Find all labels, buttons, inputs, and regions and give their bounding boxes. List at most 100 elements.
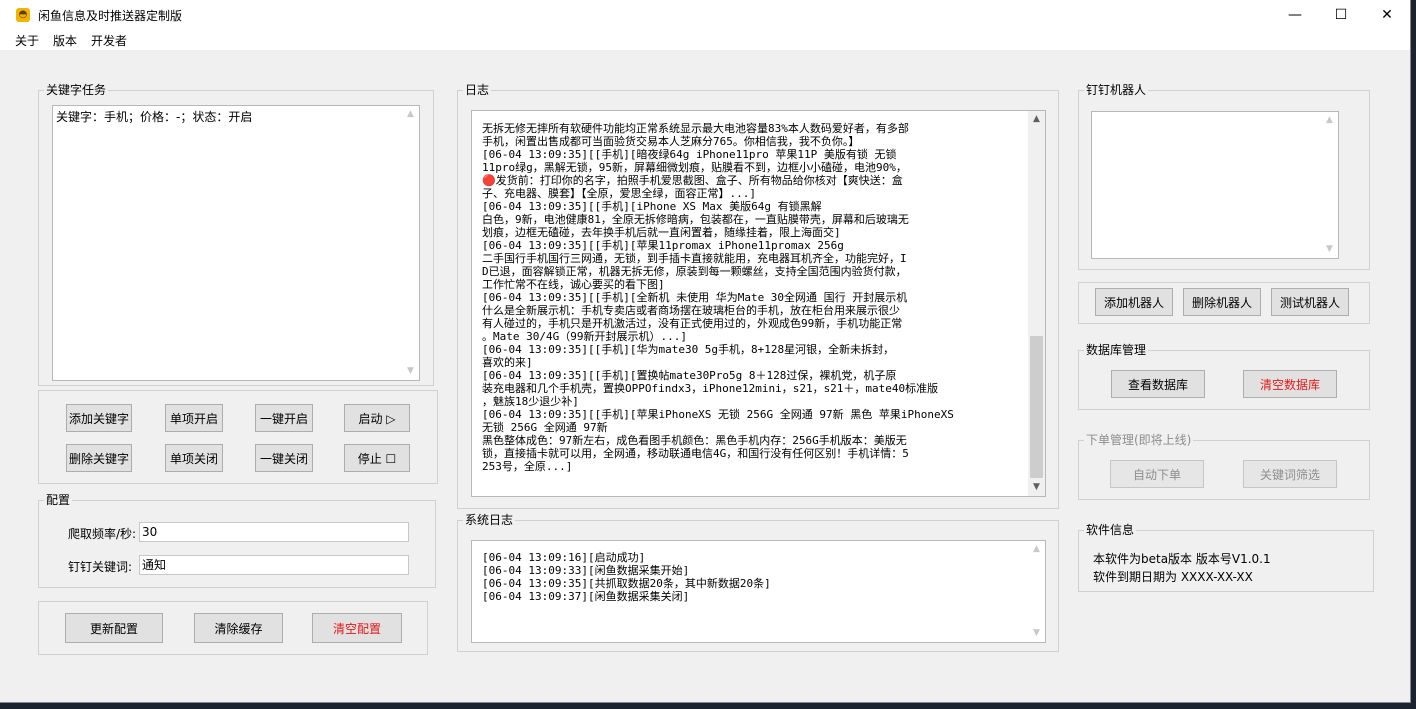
log-line: 什么是全新展示机：手机专卖店或者商场摆在玻璃柜台的手机，放在柜台用来展示很少 bbox=[482, 304, 900, 317]
clear-config-button[interactable]: 清空配置 bbox=[312, 613, 402, 643]
scroll-thumb[interactable] bbox=[1030, 336, 1043, 478]
version-info: 本软件为beta版本 版本号V1.0.1 bbox=[1093, 552, 1271, 566]
log-line: [06-04 13:09:35][[手机][暗夜绿64g iPhone11pro… bbox=[482, 148, 897, 161]
system-log-content: [06-04 13:09:16][启动成功] [06-04 13:09:33][闲… bbox=[472, 541, 1045, 603]
log-line: 。Mate 30/4G（99新开封展示机）...] bbox=[482, 330, 687, 343]
log-line: [06-04 13:09:35][[手机][苹果iPhoneXS 无锁 256G… bbox=[482, 408, 954, 421]
log-line: [06-04 13:09:16][启动成功] bbox=[482, 551, 646, 564]
log-line: 无锁 256G 全网通 97新 bbox=[482, 421, 608, 434]
menu-developer[interactable]: 开发者 bbox=[91, 32, 127, 49]
log-line: [06-04 13:09:35][[手机][全新机 未使用 华为Mate 30全… bbox=[482, 291, 908, 304]
scroll-up-icon[interactable]: ▲ bbox=[1028, 541, 1045, 558]
order-title: 下单管理(即将上线) bbox=[1084, 433, 1194, 447]
test-robot-button[interactable]: 测试机器人 bbox=[1271, 288, 1349, 316]
log-line: 装充电器和几个手机壳，置换OPPOfindx3，iPhone12mini，s21… bbox=[482, 382, 939, 395]
keyword-task-title: 关键字任务 bbox=[44, 83, 109, 97]
log-title: 日志 bbox=[463, 83, 492, 97]
scroll-up-icon[interactable]: ▲ bbox=[1321, 112, 1338, 129]
order-group: 下单管理(即将上线) 自动下单 关键词筛选 bbox=[1078, 433, 1370, 500]
stop-button[interactable]: 停止 ☐ bbox=[344, 444, 410, 472]
stop-all-button[interactable]: 一键关闭 bbox=[255, 444, 313, 472]
log-line: [06-04 13:09:33][闲鱼数据采集开始] bbox=[482, 564, 690, 577]
log-line: [06-04 13:09:35][[手机][华为mate30 5g手机，8+12… bbox=[482, 343, 895, 356]
log-line: 🔴发货前：打印你的名字，拍照手机爱思截图、盒子、所有物品给你核对【爽快送：盒 bbox=[482, 174, 903, 187]
task-buttons-group: 添加关键字 单项开启 一键开启 启动 ▷ 删除关键字 单项关闭 一键关闭 停止 … bbox=[38, 390, 438, 484]
close-button[interactable]: ✕ bbox=[1364, 0, 1410, 30]
log-line: 有人碰过的，手机只是开机激活过，没有正式使用过的，外观成色99新，手机功能正常 bbox=[482, 317, 903, 330]
scroll-down-icon[interactable]: ▼ bbox=[1028, 625, 1045, 642]
dingtalk-robot-list[interactable]: ▲ ▼ bbox=[1091, 111, 1339, 259]
app-window: ◓ 闲鱼信息及时推送器定制版 — ☐ ✕ 关于 版本 开发者 关键字任务 关键字… bbox=[0, 0, 1411, 703]
scroll-up-icon[interactable]: ▲ bbox=[402, 106, 419, 123]
delete-keyword-button[interactable]: 删除关键字 bbox=[66, 444, 132, 472]
log-line: 子、充电器、膜套】【全原，爱思全绿，面容正常】...] bbox=[482, 187, 756, 200]
keyword-task-item[interactable]: 关键字：手机；价格：-；状态：开启 bbox=[53, 106, 419, 127]
log-line: 划痕，边框无磕碰，去年换手机后就一直闲置着，随缘挂着，限上海面交] bbox=[482, 226, 841, 239]
scroll-down-icon[interactable]: ▼ bbox=[402, 363, 419, 380]
scroll-down-icon[interactable]: ▼ bbox=[1028, 479, 1045, 496]
dingtalk-robot-group: 钉钉机器人 ▲ ▼ bbox=[1078, 83, 1370, 270]
dingtalk-list-scrollbar[interactable]: ▲ ▼ bbox=[1321, 112, 1338, 258]
menu-bar: 关于 版本 开发者 bbox=[0, 30, 1410, 50]
view-database-button[interactable]: 查看数据库 bbox=[1111, 370, 1205, 398]
log-line: [06-04 13:09:37][闲鱼数据采集关闭] bbox=[482, 590, 690, 603]
menu-about[interactable]: 关于 bbox=[15, 32, 39, 49]
dingtalk-robot-title: 钉钉机器人 bbox=[1084, 83, 1149, 97]
single-stop-button[interactable]: 单项关闭 bbox=[165, 444, 223, 472]
keyword-list-scrollbar[interactable]: ▲ ▼ bbox=[402, 106, 419, 380]
scroll-down-icon[interactable]: ▼ bbox=[1321, 241, 1338, 258]
log-textarea[interactable]: 无拆无修无摔所有软硬件功能均正常系统显示最大电池容量83%本人数码爱好者，有多部… bbox=[471, 110, 1046, 497]
software-info-group: 软件信息 本软件为beta版本 版本号V1.0.1 软件到期日期为 XXXX-X… bbox=[1078, 523, 1374, 592]
database-group: 数据库管理 查看数据库 清空数据库 bbox=[1078, 343, 1370, 410]
log-scrollbar[interactable]: ▲ ▼ bbox=[1028, 111, 1045, 496]
dingtalk-buttons-group: 添加机器人 删除机器人 测试机器人 bbox=[1078, 282, 1370, 324]
start-button[interactable]: 启动 ▷ bbox=[344, 404, 410, 432]
update-config-button[interactable]: 更新配置 bbox=[65, 613, 163, 643]
log-line: 黑色整体成色：97新左右，成色看图手机颜色：黑色手机内存：256G手机版本：美版… bbox=[482, 434, 907, 447]
start-all-button[interactable]: 一键开启 bbox=[255, 404, 313, 432]
expiry-info: 软件到期日期为 XXXX-XX-XX bbox=[1093, 570, 1253, 584]
maximize-button[interactable]: ☐ bbox=[1318, 0, 1364, 30]
log-line: ，魅族18少退少补] bbox=[482, 395, 579, 408]
window-title: 闲鱼信息及时推送器定制版 bbox=[38, 9, 183, 23]
add-robot-button[interactable]: 添加机器人 bbox=[1095, 288, 1173, 316]
log-line: 二手国行手机国行三网通，无锁，到手插卡直接就能用，充电器耳机齐全，功能完好，I bbox=[482, 252, 907, 265]
system-log-textarea[interactable]: [06-04 13:09:16][启动成功] [06-04 13:09:33][闲… bbox=[471, 540, 1046, 643]
log-line: [06-04 13:09:35][共抓取数据20条，其中新数据20条] bbox=[482, 577, 771, 590]
auto-order-button[interactable]: 自动下单 bbox=[1110, 460, 1204, 488]
clear-cache-button[interactable]: 清除缓存 bbox=[194, 613, 283, 643]
keyword-filter-button[interactable]: 关键词筛选 bbox=[1243, 460, 1337, 488]
dingtalk-keyword-label: 钉钉关键词: bbox=[68, 560, 133, 574]
clear-database-button[interactable]: 清空数据库 bbox=[1243, 370, 1337, 398]
log-line: 11pro绿g，黑解无锁，95新，屏幕细微划痕，贴膜看不到，边框小小磕碰，电池9… bbox=[482, 161, 907, 174]
minimize-button[interactable]: — bbox=[1272, 0, 1318, 30]
crawl-freq-input[interactable]: 30 bbox=[139, 522, 409, 542]
keyword-task-group: 关键字任务 关键字：手机；价格：-；状态：开启 ▲ ▼ bbox=[38, 83, 434, 386]
system-log-title: 系统日志 bbox=[463, 513, 516, 527]
log-line: [06-04 13:09:35][[手机][置换帖mate30Pro5g 8＋1… bbox=[482, 369, 897, 382]
system-log-group: 系统日志 [06-04 13:09:16][启动成功] [06-04 13:09:… bbox=[457, 513, 1059, 652]
log-line: 手机，闲置出售成都可当面验货交易本人芝麻分765。你相信我，我不负你。】 bbox=[482, 135, 860, 148]
log-line: 无拆无修无摔所有软硬件功能均正常系统显示最大电池容量83%本人数码爱好者，有多部 bbox=[482, 122, 909, 135]
log-group: 日志 无拆无修无摔所有软硬件功能均正常系统显示最大电池容量83%本人数码爱好者，… bbox=[457, 83, 1059, 509]
single-start-button[interactable]: 单项开启 bbox=[165, 404, 223, 432]
menu-version[interactable]: 版本 bbox=[53, 32, 77, 49]
log-line: 白色，9新，电池健康81，全原无拆修暗病，包装都在，一直贴膜带壳，屏幕和后玻璃无 bbox=[482, 213, 909, 226]
keyword-task-list[interactable]: 关键字：手机；价格：-；状态：开启 ▲ ▼ bbox=[52, 105, 420, 381]
log-line: 工作忙常不在线，诚心要买的看下图] bbox=[482, 278, 665, 291]
title-bar: ◓ 闲鱼信息及时推送器定制版 — ☐ ✕ bbox=[0, 0, 1410, 30]
dingtalk-keyword-input[interactable]: 通知 bbox=[139, 555, 409, 575]
software-info-title: 软件信息 bbox=[1084, 523, 1137, 537]
config-group: 配置 爬取频率/秒: 30 钉钉关键词: 通知 bbox=[38, 493, 436, 588]
database-title: 数据库管理 bbox=[1084, 343, 1149, 357]
config-title: 配置 bbox=[44, 493, 73, 507]
delete-robot-button[interactable]: 删除机器人 bbox=[1183, 288, 1261, 316]
crawl-freq-label: 爬取频率/秒: bbox=[68, 527, 137, 541]
log-line: [06-04 13:09:35][[手机][苹果11promax iPhone1… bbox=[482, 239, 844, 252]
fish-app-icon: ◓ bbox=[16, 8, 30, 22]
log-line: 253号，全原...] bbox=[482, 460, 573, 473]
log-content: 无拆无修无摔所有软硬件功能均正常系统显示最大电池容量83%本人数码爱好者，有多部… bbox=[472, 111, 1027, 473]
scroll-up-icon[interactable]: ▲ bbox=[1028, 111, 1045, 128]
system-log-scrollbar[interactable]: ▲ ▼ bbox=[1028, 541, 1045, 642]
add-keyword-button[interactable]: 添加关键字 bbox=[66, 404, 132, 432]
